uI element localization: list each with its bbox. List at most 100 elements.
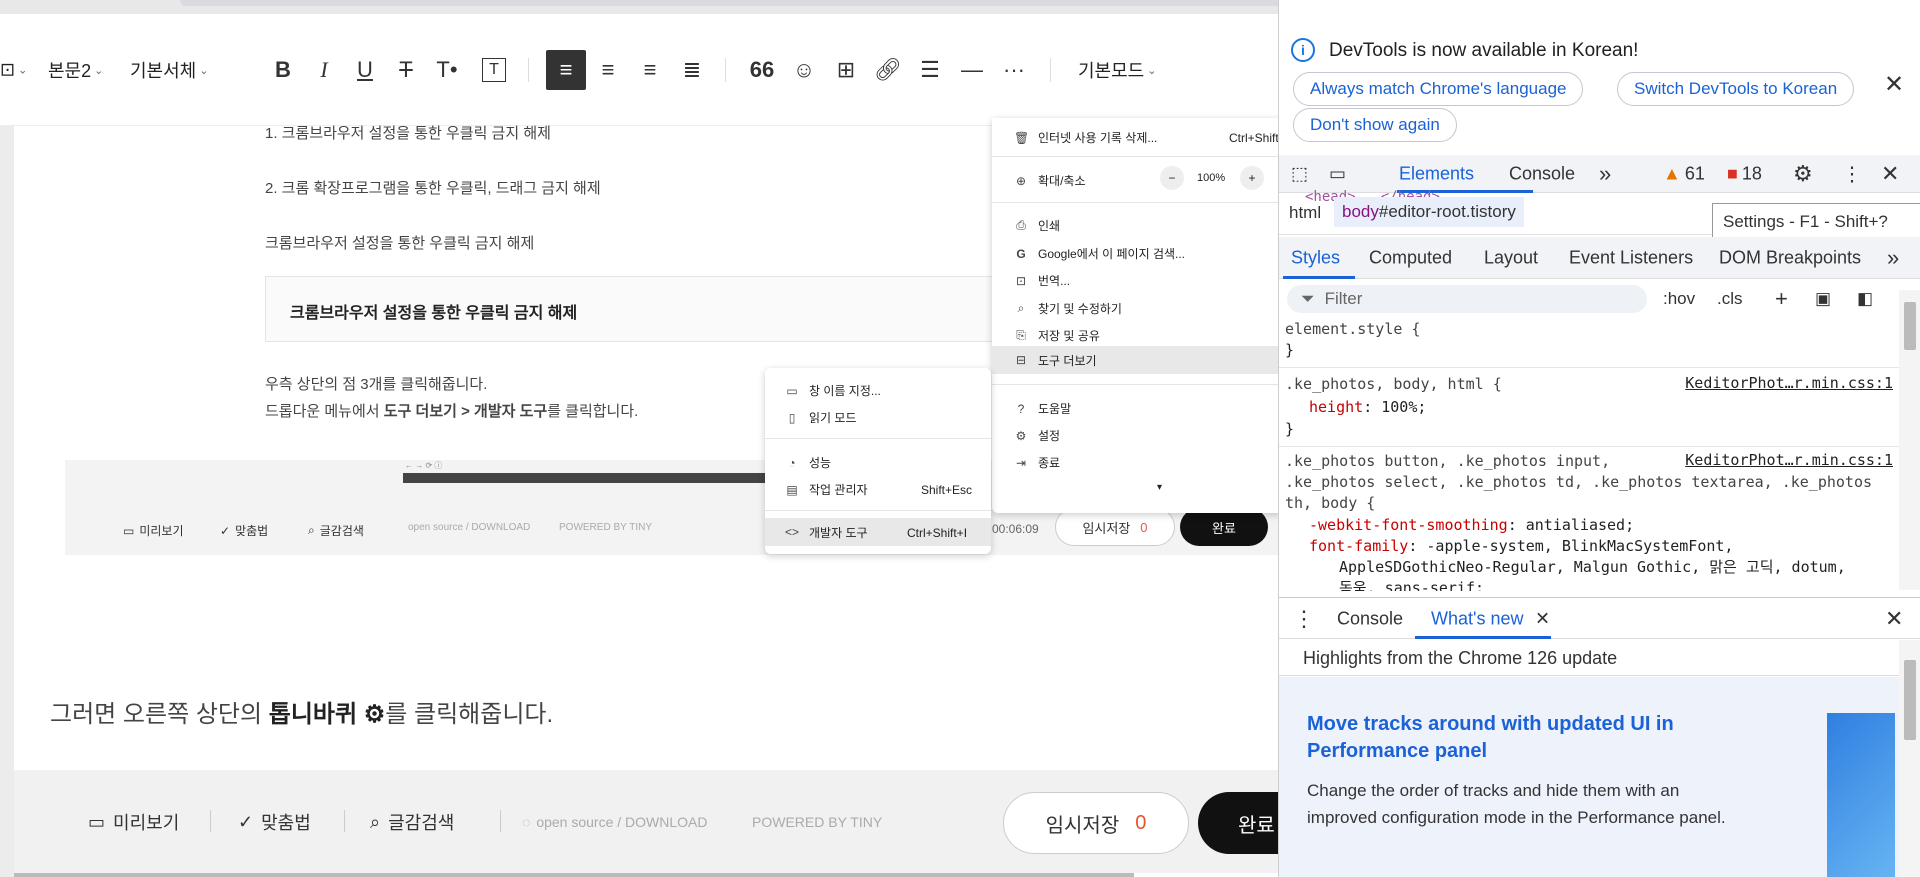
quote-block[interactable]: 크롬브라우저 설정을 통한 우클릭 금지 해제	[265, 276, 1005, 342]
align-left-icon[interactable]: ≡	[546, 50, 586, 90]
gear-icon[interactable]: ⚙	[1793, 161, 1813, 187]
drawer-scrollbar[interactable]	[1899, 640, 1920, 877]
drawer-menu-icon[interactable]: ⋮	[1293, 606, 1315, 632]
zoom-icon: ⊕	[1015, 173, 1027, 188]
horizontal-scrollbar[interactable]	[14, 873, 1134, 877]
match-language-button[interactable]: Always match Chrome's language	[1293, 72, 1584, 106]
browser-top-strip	[0, 0, 1278, 14]
kebab-menu-icon[interactable]: ⋮	[1842, 162, 1862, 187]
new-rule-icon[interactable]: +	[1775, 286, 1788, 312]
mini-save: 임시저장 0	[1055, 508, 1175, 546]
mode-dropdown[interactable]: 기본모드 ⌄	[1078, 57, 1156, 83]
google-icon: G	[1016, 246, 1026, 261]
rule-source-link[interactable]: KeditorPhot…r.min.css:1	[1685, 374, 1893, 392]
submenu-reading-mode: ▯ 읽기 모드	[785, 409, 857, 426]
submenu-task-manager: ▤ 작업 관리자	[786, 482, 868, 498]
inspect-icon[interactable]: ⬚	[1291, 164, 1308, 185]
styles-filter-input[interactable]: ⏷ Filter	[1287, 285, 1647, 313]
insert-icon[interactable]: ⊡ ⌄	[0, 60, 27, 81]
tab-console[interactable]: Console	[1509, 164, 1575, 185]
tab-event-listeners[interactable]: Event Listeners	[1569, 248, 1693, 269]
tab-styles[interactable]: Styles	[1291, 248, 1340, 269]
rule-height[interactable]: .ke_photos, body, html {	[1285, 374, 1502, 395]
hov-toggle[interactable]: :hov	[1663, 289, 1695, 309]
whats-new-body: Change the order of tracks and hide them…	[1307, 781, 1726, 827]
open-source-link[interactable]: ◌ open source / DOWNLOAD	[522, 814, 708, 830]
rule-source-link[interactable]: KeditorPhot…r.min.css:1	[1685, 451, 1893, 469]
text-background-icon[interactable]: T	[482, 58, 506, 82]
chevron-down-icon: ⌄	[1147, 64, 1157, 77]
drawer-tab-whats-new[interactable]: What's new	[1431, 609, 1523, 630]
language-notice: i DevTools is now available in Korean! A…	[1279, 0, 1920, 150]
italic-icon[interactable]: I	[307, 53, 341, 87]
tab-computed[interactable]: Computed	[1369, 248, 1452, 269]
close-drawer-icon[interactable]: ✕	[1885, 606, 1903, 632]
horizontal-line-icon[interactable]: —	[955, 53, 989, 87]
tab-layout[interactable]: Layout	[1484, 248, 1538, 269]
more-tabs-icon[interactable]: »	[1599, 161, 1611, 187]
chevron-down-icon: ⌄	[199, 64, 209, 77]
menu-help: ? 도움말	[1014, 400, 1071, 417]
sidebar-toggle-icon[interactable]: ◧	[1857, 289, 1873, 309]
more-icon[interactable]: ···	[997, 53, 1031, 87]
crumb-body[interactable]: body#editor-root.tistory	[1334, 197, 1524, 227]
emoji-icon[interactable]: ☺	[787, 53, 821, 87]
styles-subtabs: Styles Computed Layout Event Listeners D…	[1279, 237, 1920, 279]
cls-toggle[interactable]: .cls	[1717, 289, 1743, 309]
material-search-button[interactable]: ⌕ 글감검색	[370, 809, 454, 835]
mini-open-source: open source / DOWNLOAD	[408, 522, 531, 533]
strikethrough-icon[interactable]: T	[389, 53, 423, 87]
more-subtabs-icon[interactable]: »	[1887, 245, 1899, 271]
quote-icon[interactable]: 66	[745, 53, 779, 87]
share-icon: ⎘	[1016, 328, 1026, 342]
submenu-window-name: ▭ 창 이름 지정...	[786, 383, 881, 399]
mini-browser-nav: ← → ⟳ ⓘ	[405, 461, 443, 470]
publish-button[interactable]: 완료	[1198, 792, 1278, 854]
tiny-logo-icon: ◌	[522, 814, 531, 830]
drawer-tabs: ⋮ Console What's new ✕ ✕	[1279, 597, 1920, 639]
align-right-icon[interactable]: ≡	[633, 53, 667, 87]
spell-check-button[interactable]: ✓ 맞춤법	[238, 809, 311, 835]
mini-time: 00:06:09	[992, 522, 1039, 536]
spell-icon: ✓	[220, 523, 231, 538]
article-bottom-line: 그러면 오른쪽 상단의 톱니바퀴 ⚙를 클릭해줍니다.	[50, 701, 554, 728]
font-dropdown[interactable]: 기본서체 ⌄	[130, 57, 208, 83]
close-devtools-icon[interactable]: ✕	[1881, 161, 1899, 187]
table-icon[interactable]: ⊞	[829, 53, 863, 87]
align-center-icon[interactable]: ≡	[591, 53, 625, 87]
styles-scrollbar[interactable]	[1899, 290, 1920, 590]
underline-icon[interactable]: U	[348, 53, 382, 87]
list-icon[interactable]: ☰	[913, 53, 947, 87]
dont-show-button[interactable]: Don't show again	[1293, 108, 1457, 142]
menu-zoom: ⊕ 확대/축소	[1015, 173, 1086, 189]
bold-icon[interactable]: B	[266, 53, 300, 87]
article-step-1: 우측 상단의 점 3개를 클릭해줍니다.	[265, 376, 488, 393]
close-icon[interactable]: ✕	[1884, 70, 1904, 99]
link-icon[interactable]: 🔗︎	[871, 53, 905, 87]
editor-footer: ▭ 미리보기 ✓ 맞춤법 ⌕ 글감검색 ◌ open source / DOWNLOAD…	[14, 770, 1278, 873]
info-icon: i	[1291, 38, 1315, 62]
errors-counter[interactable]: ■ 18	[1727, 164, 1762, 185]
mini-preview: ▭ 미리보기	[123, 523, 184, 539]
preview-button[interactable]: ▭ 미리보기	[88, 809, 179, 835]
whats-new-title[interactable]: Move tracks around with updated UI in Pe…	[1307, 711, 1727, 765]
drawer-tab-console[interactable]: Console	[1337, 609, 1403, 630]
temp-save-button[interactable]: 임시저장 0	[1003, 792, 1189, 854]
paint-icon[interactable]: ▣	[1815, 289, 1831, 309]
align-justify-icon[interactable]: ≣	[675, 53, 709, 87]
tab-dom-breakpoints[interactable]: DOM Breakpoints	[1719, 248, 1861, 269]
zoom-value: 100%	[1197, 172, 1226, 184]
switch-korean-button[interactable]: Switch DevTools to Korean	[1617, 72, 1855, 106]
warnings-counter[interactable]: ▲ 61	[1663, 164, 1705, 185]
rule-font[interactable]: .ke_photos button, .ke_photos input,	[1285, 451, 1610, 472]
whats-new-image	[1827, 713, 1895, 877]
close-tab-icon[interactable]: ✕	[1535, 609, 1550, 630]
crumb-html[interactable]: html	[1289, 203, 1321, 223]
tab-elements[interactable]: Elements	[1399, 164, 1474, 185]
paragraph-style-dropdown[interactable]: 본문2 ⌄	[48, 57, 103, 83]
device-toggle-icon[interactable]: ▭	[1329, 164, 1346, 185]
rule-element-style[interactable]: element.style {	[1285, 319, 1420, 340]
monitor-icon: ▭	[123, 523, 135, 538]
menu-translate: ⊡ 번역...	[1015, 273, 1071, 289]
text-color-icon[interactable]: T•	[430, 53, 464, 87]
